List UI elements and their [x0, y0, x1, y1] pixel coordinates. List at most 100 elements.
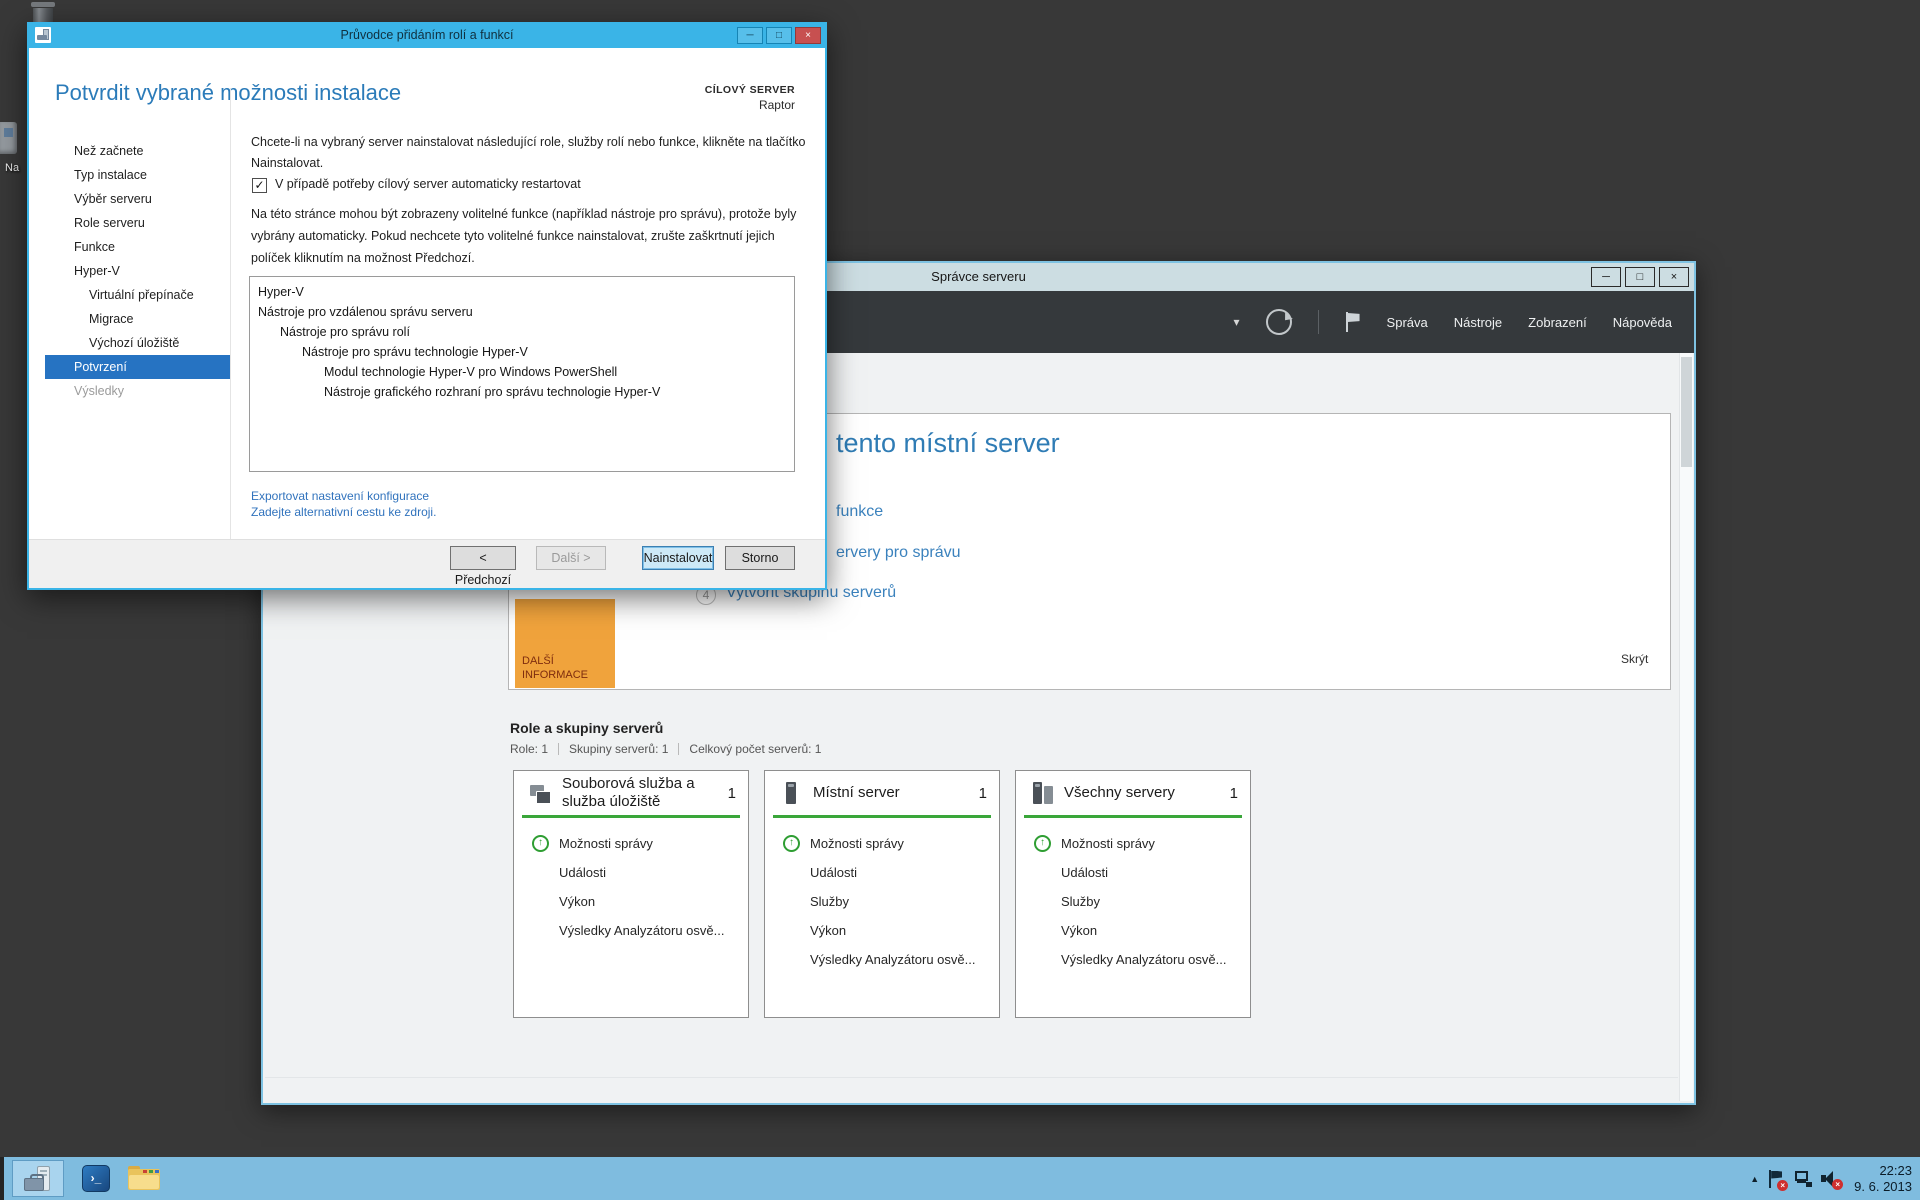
- selection-tree[interactable]: Hyper-V Nástroje pro vzdálenou správu se…: [249, 276, 795, 472]
- nav-default-stores[interactable]: Výchozí úložiště: [45, 331, 230, 355]
- recycle-bin-icon[interactable]: [31, 2, 55, 7]
- chevron-down-icon[interactable]: ▾: [1234, 315, 1240, 329]
- tile-count: 1: [1230, 785, 1238, 802]
- tile-item-label[interactable]: Výsledky Analyzátoru osvě...: [810, 952, 975, 967]
- restart-checkbox[interactable]: ✓: [252, 178, 267, 193]
- nav-divider: [230, 88, 231, 543]
- minimize-button[interactable]: ─: [1591, 267, 1621, 287]
- tile-row-manageability[interactable]: ↑ Možnosti správy: [532, 829, 742, 858]
- close-button[interactable]: ×: [795, 27, 821, 44]
- scrollbar-thumb[interactable]: [1681, 357, 1692, 467]
- welcome-heading-fragment[interactable]: tento místní server: [836, 428, 1060, 459]
- tree-item: Nástroje pro správu technologie Hyper-V: [250, 342, 794, 362]
- network-icon[interactable]: [1793, 1170, 1812, 1188]
- nav-features[interactable]: Funkce: [45, 235, 230, 259]
- tile-item-label[interactable]: Události: [559, 865, 606, 880]
- tile-all-servers[interactable]: Všechny servery 1 ↑ Možnosti správy Udál…: [1015, 770, 1251, 1018]
- alert-badge: ×: [1777, 1180, 1788, 1191]
- quickstart-link-servers-fragment[interactable]: ervery pro správu: [836, 544, 961, 562]
- refresh-icon[interactable]: [1266, 309, 1292, 335]
- tile-row-events[interactable]: Události: [1034, 858, 1244, 887]
- wizard-titlebar[interactable]: Průvodce přidáním rolí a funkcí ─ □ ×: [27, 22, 827, 48]
- tile-item-label[interactable]: Výsledky Analyzátoru osvě...: [1061, 952, 1226, 967]
- nav-server-selection[interactable]: Výběr serveru: [45, 187, 230, 211]
- tile-file-storage-services[interactable]: Souborová služba a služba úložiště 1 ↑ M…: [513, 770, 749, 1018]
- tile-row-events[interactable]: Události: [783, 858, 993, 887]
- maximize-button[interactable]: □: [1625, 267, 1655, 287]
- wizard-page-title: Potvrdit vybrané možnosti instalace: [55, 80, 401, 106]
- nav-server-roles[interactable]: Role serveru: [45, 211, 230, 235]
- nav-virtual-switches[interactable]: Virtuální přepínače: [45, 283, 230, 307]
- tile-item-label[interactable]: Výsledky Analyzátoru osvě...: [559, 923, 724, 938]
- tile-row-bpa[interactable]: Výsledky Analyzátoru osvě...: [783, 945, 993, 974]
- alternate-source-link[interactable]: Zadejte alternativní cestu ke zdroji.: [251, 505, 436, 519]
- restart-checkbox-label[interactable]: V případě potřeby cílový server automati…: [275, 177, 581, 191]
- tile-item-label[interactable]: Možnosti správy: [810, 836, 904, 851]
- tile-row-services[interactable]: Služby: [1034, 887, 1244, 916]
- tile-item-label[interactable]: Události: [1061, 865, 1108, 880]
- all-servers-icon: [1030, 781, 1054, 805]
- roles-section-heading: Role a skupiny serverů: [510, 720, 663, 736]
- tile-row-manageability[interactable]: ↑ Možnosti správy: [1034, 829, 1244, 858]
- tile-item-label[interactable]: Výkon: [559, 894, 595, 909]
- export-settings-link[interactable]: Exportovat nastavení konfigurace: [251, 489, 429, 503]
- clock-date: 9. 6. 2013: [1854, 1179, 1912, 1195]
- manageability-up-icon: ↑: [1034, 835, 1051, 852]
- partial-desktop-icon[interactable]: [0, 122, 17, 154]
- learn-more-tile[interactable]: DALŠÍ INFORMACE: [515, 599, 615, 688]
- tile-item-label[interactable]: Výkon: [810, 923, 846, 938]
- tile-item-label[interactable]: Služby: [1061, 894, 1100, 909]
- partial-desktop-icon-label: Na: [5, 162, 19, 174]
- nav-confirmation[interactable]: Potvrzení: [45, 355, 230, 379]
- taskbar-server-manager-button[interactable]: [12, 1160, 64, 1197]
- learn-more-line2: INFORMACE: [522, 668, 588, 682]
- tile-item-label[interactable]: Možnosti správy: [559, 836, 653, 851]
- close-button[interactable]: ×: [1659, 267, 1689, 287]
- optional-features-note: Na této stránce mohou být zobrazeny voli…: [251, 203, 816, 269]
- taskbar-clock[interactable]: 22:23 9. 6. 2013: [1848, 1163, 1912, 1195]
- tile-row-performance[interactable]: Výkon: [1034, 916, 1244, 945]
- tile-row-bpa[interactable]: Výsledky Analyzátoru osvě...: [1034, 945, 1244, 974]
- previous-button[interactable]: < Předchozí: [450, 546, 516, 570]
- taskbar-powershell-button[interactable]: ›_: [82, 1165, 110, 1192]
- start-corner[interactable]: [0, 1157, 4, 1200]
- menu-view[interactable]: Zobrazení: [1528, 315, 1587, 330]
- tile-row-performance[interactable]: Výkon: [783, 916, 993, 945]
- menu-tools[interactable]: Nástroje: [1454, 315, 1502, 330]
- install-button[interactable]: Nainstalovat: [642, 546, 714, 570]
- tile-local-server[interactable]: Místní server 1 ↑ Možnosti správy Událos…: [764, 770, 1000, 1018]
- quickstart-link-roles-fragment[interactable]: funkce: [836, 503, 883, 521]
- manageability-up-icon: ↑: [532, 835, 549, 852]
- tile-status-bar: [773, 815, 991, 818]
- cancel-button[interactable]: Storno: [725, 546, 795, 570]
- menu-manage[interactable]: Správa: [1387, 315, 1428, 330]
- taskbar-explorer-button[interactable]: [128, 1166, 160, 1190]
- next-button: Další >: [536, 546, 606, 570]
- notifications-flag-icon[interactable]: [1345, 312, 1361, 332]
- toolbar-divider: [1318, 310, 1319, 334]
- tile-row-services[interactable]: Služby: [783, 887, 993, 916]
- nav-before-you-begin[interactable]: Než začnete: [45, 139, 230, 163]
- nav-migration[interactable]: Migrace: [45, 307, 230, 331]
- tile-item-label[interactable]: Události: [810, 865, 857, 880]
- clock-time: 22:23: [1854, 1163, 1912, 1179]
- tile-row-performance[interactable]: Výkon: [532, 887, 742, 916]
- tile-item-label[interactable]: Služby: [810, 894, 849, 909]
- tile-item-label[interactable]: Výkon: [1061, 923, 1097, 938]
- action-center-flag-icon[interactable]: ×: [1768, 1169, 1784, 1189]
- file-storage-icon: [528, 781, 552, 805]
- volume-muted-icon[interactable]: ×: [1821, 1170, 1839, 1188]
- tile-row-events[interactable]: Události: [532, 858, 742, 887]
- maximize-button[interactable]: □: [766, 27, 792, 44]
- minimize-button[interactable]: ─: [737, 27, 763, 44]
- menu-help[interactable]: Nápověda: [1613, 315, 1672, 330]
- hide-welcome-link[interactable]: Skrýt: [1621, 652, 1648, 666]
- tile-title: Místní server: [813, 784, 969, 802]
- scrollbar[interactable]: [1679, 353, 1693, 1101]
- tile-item-label[interactable]: Možnosti správy: [1061, 836, 1155, 851]
- nav-installation-type[interactable]: Typ instalace: [45, 163, 230, 187]
- tile-row-bpa[interactable]: Výsledky Analyzátoru osvě...: [532, 916, 742, 945]
- nav-hyper-v[interactable]: Hyper-V: [45, 259, 230, 283]
- show-hidden-icons-caret[interactable]: ▲: [1750, 1174, 1759, 1184]
- tile-row-manageability[interactable]: ↑ Možnosti správy: [783, 829, 993, 858]
